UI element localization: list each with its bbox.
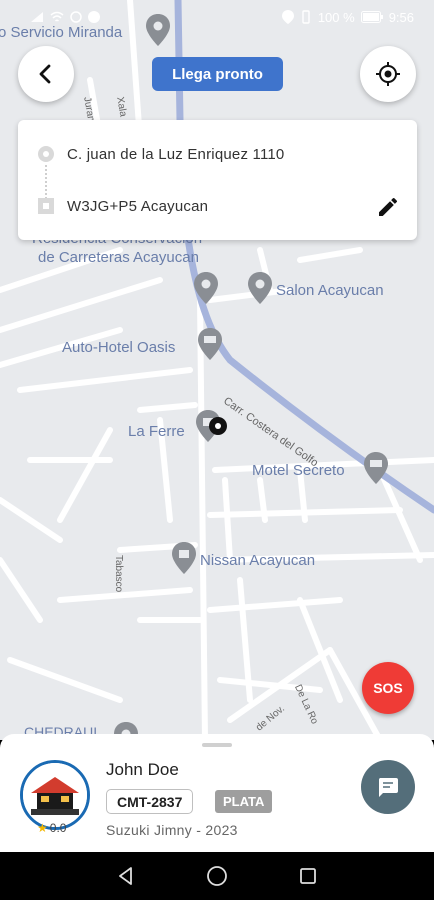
license-plate-badge: CMT-2837 xyxy=(106,789,194,814)
nav-recents-button[interactable] xyxy=(288,856,328,896)
driver-avatar-image xyxy=(23,763,87,827)
route-destination-row[interactable]: W3JG+P5 Acayucan xyxy=(18,186,417,226)
status-icons-right: 100 % 9:56 xyxy=(281,9,414,25)
vehicle-description: Suzuki Jimny - 2023 xyxy=(106,822,238,838)
chat-button[interactable] xyxy=(361,760,415,814)
driver-avatar[interactable] xyxy=(20,760,90,830)
origin-marker-icon xyxy=(38,146,54,162)
circle-home-icon xyxy=(207,866,227,886)
crosshair-icon xyxy=(376,62,400,86)
route-origin-row[interactable]: C. juan de la Luz Enriquez 1110 xyxy=(18,134,417,174)
system-navigation-bar xyxy=(0,852,434,900)
status-icons-left xyxy=(30,11,100,23)
vehicle-location-icon xyxy=(209,417,227,435)
driver-tier-badge: PLATA xyxy=(215,790,273,813)
place-label-salon: Salon Acayucan xyxy=(276,282,384,299)
wifi-icon xyxy=(50,11,64,22)
star-icon: ★ xyxy=(37,821,48,835)
hotel-pin-icon[interactable] xyxy=(198,328,222,360)
pencil-icon xyxy=(379,197,398,216)
place-label-laferre: La Ferre xyxy=(128,423,185,440)
destination-marker-icon xyxy=(38,198,54,214)
location-status-icon xyxy=(281,10,294,24)
place-label-carreteras: de Carreteras Acayucan xyxy=(38,249,199,266)
battery-percent: 100 % xyxy=(317,9,355,25)
eta-status-pill: Llega pronto xyxy=(152,57,283,91)
battery-icon xyxy=(360,11,383,23)
triangle-back-icon xyxy=(118,867,132,885)
square-recents-icon xyxy=(300,868,317,884)
place-label-motel: Motel Secreto xyxy=(252,462,345,479)
map-view[interactable]: o Servicio Miranda Residencia Conservaci… xyxy=(0,0,434,740)
shop-pin-icon[interactable] xyxy=(172,542,196,574)
place-label-nissan: Nissan Acayucan xyxy=(200,552,316,569)
nav-back-button[interactable] xyxy=(106,856,146,896)
chat-bubble-icon xyxy=(378,778,398,797)
back-button[interactable] xyxy=(18,46,74,102)
map-pin-icon[interactable] xyxy=(194,272,218,304)
status-time: 9:56 xyxy=(388,9,414,25)
map-roads xyxy=(0,0,434,740)
driver-name: John Doe xyxy=(106,760,179,779)
driver-rating-value: 0.0 xyxy=(49,821,67,835)
chevron-left-icon xyxy=(39,64,51,84)
driver-rating: ★ 0.0 xyxy=(37,821,66,835)
sync-icon xyxy=(70,11,82,23)
signal-icon xyxy=(31,12,43,22)
my-location-button[interactable] xyxy=(360,46,416,102)
map-pin-icon[interactable] xyxy=(248,272,272,304)
place-label-autohotel: Auto-Hotel Oasis xyxy=(62,339,176,356)
status-bar: 100 % 9:56 xyxy=(0,0,434,34)
sos-button[interactable]: SOS xyxy=(362,662,414,714)
edit-destination-button[interactable] xyxy=(373,192,403,222)
route-origin-address: C. juan de la Luz Enriquez 1110 xyxy=(67,145,285,163)
sheet-drag-handle[interactable] xyxy=(202,743,232,747)
street-label-tabasco: Tabasco xyxy=(113,555,124,593)
nav-home-button[interactable] xyxy=(197,856,237,896)
hotel-pin-icon[interactable] xyxy=(364,452,388,484)
route-card: C. juan de la Luz Enriquez 1110 W3JG+P5 … xyxy=(18,120,417,240)
vibrate-icon xyxy=(302,10,310,24)
facebook-icon xyxy=(88,11,100,23)
route-destination-address: W3JG+P5 Acayucan xyxy=(67,197,209,215)
driver-bottom-sheet: ★ 0.0 John Doe CMT-2837 PLATA Suzuki Jim… xyxy=(0,734,434,852)
